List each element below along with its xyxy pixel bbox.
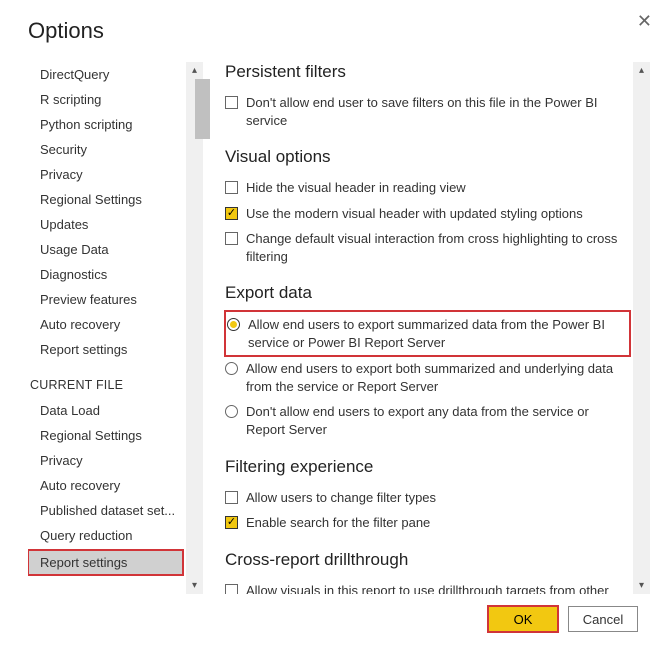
group-title: Filtering experience (225, 457, 630, 477)
option-label: Allow end users to export summarized dat… (248, 316, 628, 351)
sidebar-item[interactable]: Diagnostics (28, 262, 197, 287)
close-icon[interactable]: ✕ (637, 12, 652, 30)
sidebar-scrollbar[interactable]: ▴ ▾ (186, 62, 203, 594)
scroll-down-icon[interactable]: ▾ (186, 577, 203, 594)
option-row[interactable]: Hide the visual header in reading view (225, 175, 630, 201)
scroll-up-icon[interactable]: ▴ (633, 62, 650, 79)
option-row[interactable]: Allow end users to export both summarize… (225, 356, 630, 399)
checkbox[interactable] (225, 491, 238, 504)
option-row[interactable]: Use the modern visual header with update… (225, 201, 630, 227)
scroll-down-icon[interactable]: ▾ (633, 577, 650, 594)
sidebar-item[interactable]: Auto recovery (28, 312, 197, 337)
option-label: Allow visuals in this report to use dril… (246, 582, 630, 594)
radio[interactable] (225, 405, 238, 418)
sidebar-item[interactable]: Privacy (28, 448, 197, 473)
sidebar-item[interactable]: Regional Settings (28, 423, 197, 448)
option-row[interactable]: Enable search for the filter pane (225, 510, 630, 536)
option-row[interactable]: Don't allow end user to save filters on … (225, 90, 630, 133)
sidebar-item[interactable]: R scripting (28, 87, 197, 112)
content-scrollbar[interactable]: ▴ ▾ (633, 62, 650, 594)
sidebar-item[interactable]: Report settings (28, 337, 197, 362)
checkbox[interactable] (225, 96, 238, 109)
options-dialog: ✕ Options DirectQueryR scriptingPython s… (0, 0, 670, 648)
option-label: Don't allow end users to export any data… (246, 403, 630, 438)
option-label: Change default visual interaction from c… (246, 230, 630, 265)
checkbox[interactable] (225, 207, 238, 220)
sidebar-item[interactable]: Query reduction (28, 523, 197, 548)
option-row[interactable]: Allow users to change filter types (225, 485, 630, 511)
option-row[interactable]: Allow end users to export summarized dat… (227, 312, 628, 355)
scroll-up-icon[interactable]: ▴ (186, 62, 203, 79)
group-title: Cross-report drillthrough (225, 550, 630, 570)
ok-button[interactable]: OK (488, 606, 558, 632)
sidebar-item[interactable]: Python scripting (28, 112, 197, 137)
cancel-button[interactable]: Cancel (568, 606, 638, 632)
sidebar-item[interactable]: Regional Settings (28, 187, 197, 212)
checkbox[interactable] (225, 584, 238, 594)
checkbox[interactable] (225, 181, 238, 194)
sidebar-item[interactable]: Auto recovery (28, 473, 197, 498)
group-title: Persistent filters (225, 62, 630, 82)
group-title: Visual options (225, 147, 630, 167)
dialog-title: Options (28, 18, 652, 44)
sidebar-item[interactable]: Report settings (28, 550, 183, 575)
option-row[interactable]: Allow visuals in this report to use dril… (225, 578, 630, 594)
option-row[interactable]: Change default visual interaction from c… (225, 226, 630, 269)
group-title: Export data (225, 283, 630, 303)
dialog-body: DirectQueryR scriptingPython scriptingSe… (28, 62, 652, 594)
option-label: Enable search for the filter pane (246, 514, 630, 532)
sidebar-item[interactable]: Security (28, 137, 197, 162)
dialog-footer: OK Cancel (28, 594, 652, 648)
content-pane: Persistent filters Don't allow end user t… (203, 62, 652, 594)
option-label: Allow users to change filter types (246, 489, 630, 507)
sidebar-item[interactable]: Privacy (28, 162, 197, 187)
radio[interactable] (227, 318, 240, 331)
sidebar-item[interactable]: Published dataset set... (28, 498, 197, 523)
option-label: Hide the visual header in reading view (246, 179, 630, 197)
option-row[interactable]: Don't allow end users to export any data… (225, 399, 630, 442)
sidebar-item[interactable]: Usage Data (28, 237, 197, 262)
sidebar-item[interactable]: Updates (28, 212, 197, 237)
sidebar-item[interactable]: Preview features (28, 287, 197, 312)
sidebar-item[interactable]: Data Load (28, 398, 197, 423)
option-label: Allow end users to export both summarize… (246, 360, 630, 395)
checkbox[interactable] (225, 232, 238, 245)
radio[interactable] (225, 362, 238, 375)
sidebar-section-label: CURRENT FILE (28, 362, 197, 398)
option-label: Don't allow end user to save filters on … (246, 94, 630, 129)
option-label: Use the modern visual header with update… (246, 205, 630, 223)
sidebar-item[interactable]: DirectQuery (28, 62, 197, 87)
checkbox[interactable] (225, 516, 238, 529)
sidebar: DirectQueryR scriptingPython scriptingSe… (28, 62, 203, 594)
